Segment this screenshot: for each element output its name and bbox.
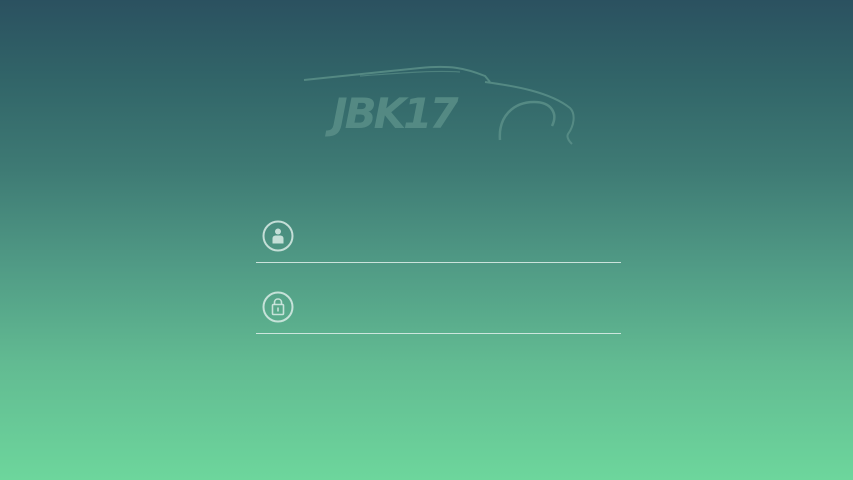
password-input[interactable] bbox=[308, 292, 608, 324]
logo-text: JBK17 bbox=[325, 89, 459, 138]
username-input[interactable] bbox=[308, 221, 608, 253]
car-silhouette-icon: JBK17 bbox=[303, 65, 575, 145]
password-field bbox=[256, 288, 621, 334]
brand-logo: JBK17 bbox=[300, 62, 580, 148]
lock-icon bbox=[262, 291, 294, 323]
username-field bbox=[256, 217, 621, 263]
user-icon bbox=[262, 220, 294, 252]
